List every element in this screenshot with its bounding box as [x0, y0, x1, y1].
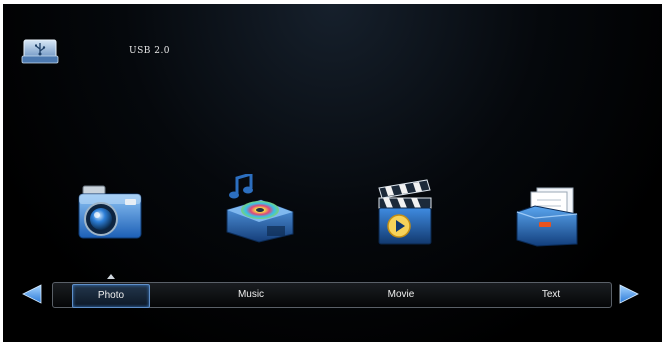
music-player-icon[interactable]: [221, 172, 297, 244]
arrow-right-icon[interactable]: [618, 283, 640, 305]
device-label: USB 2.0: [129, 46, 171, 56]
file-folder-icon[interactable]: [515, 186, 581, 248]
nav-item-photo[interactable]: Photo: [72, 284, 150, 308]
media-nav-bar: Photo Music Movie Text: [52, 282, 612, 308]
nav-item-text[interactable]: Text: [513, 283, 589, 307]
nav-item-music[interactable]: Music: [213, 283, 289, 307]
nav-item-movie[interactable]: Movie: [363, 283, 439, 307]
camera-icon[interactable]: [75, 184, 145, 246]
selection-indicator: [107, 274, 115, 279]
usb-drive-icon[interactable]: [21, 36, 59, 66]
arrow-left-icon[interactable]: [21, 283, 43, 305]
media-screen: USB 2.0 Photo Music Movie Text: [3, 4, 662, 342]
clapperboard-icon[interactable]: [373, 178, 437, 248]
